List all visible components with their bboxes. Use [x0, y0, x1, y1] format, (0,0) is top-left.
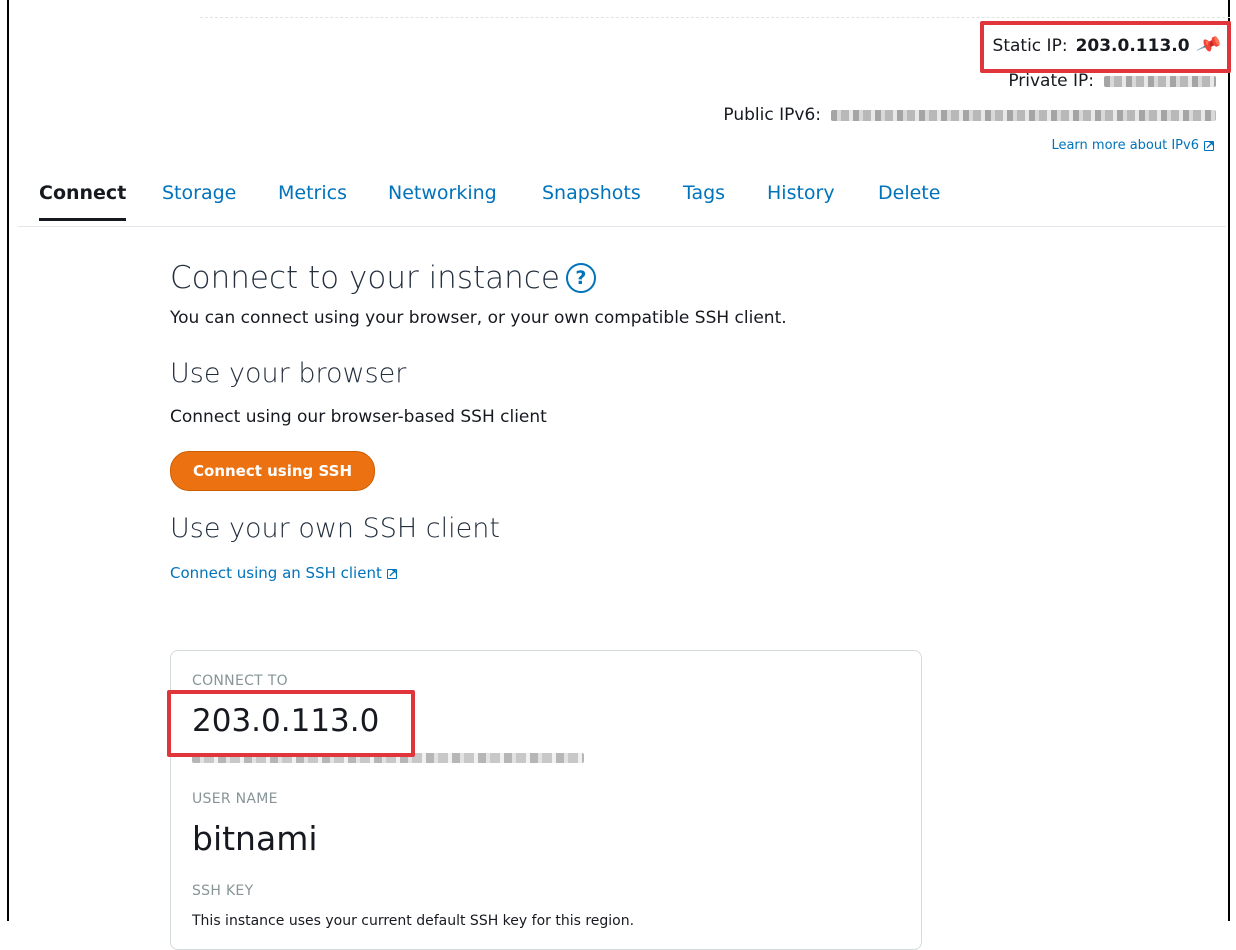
connect-to-label: CONNECT TO: [192, 673, 288, 689]
instance-tabs: Connect Storage Metrics Networking Snaps…: [18, 182, 1226, 227]
pin-icon[interactable]: 📌: [1195, 32, 1223, 59]
connect-intro: You can connect using your browser, or y…: [170, 308, 787, 328]
connect-ssh-client-text: Connect using an SSH client: [170, 564, 382, 582]
public-ipv6-row: Public IPv6:: [723, 105, 1216, 125]
connect-using-ssh-button[interactable]: Connect using SSH: [170, 451, 376, 491]
private-ip-row: Private IP:: [1008, 71, 1216, 91]
browser-heading: Use your browser: [170, 358, 407, 389]
ssh-key-label: SSH KEY: [192, 883, 254, 899]
static-ip-label: Static IP:: [992, 35, 1068, 56]
window-border-left: [7, 0, 9, 921]
connect-ssh-client-link[interactable]: Connect using an SSH client ↗: [170, 564, 397, 582]
tab-connect[interactable]: Connect: [39, 182, 127, 221]
public-ipv6-redacted: [831, 109, 1216, 121]
learn-more-ipv6-text: Learn more about IPv6: [1051, 138, 1199, 153]
tab-delete[interactable]: Delete: [878, 182, 940, 204]
static-ip-row: Static IP: 203.0.113.0 📌: [992, 32, 1223, 59]
connect-to-hostname-redacted: [192, 753, 584, 763]
browser-subtext: Connect using our browser-based SSH clie…: [170, 407, 547, 427]
public-ipv6-label: Public IPv6:: [723, 105, 821, 125]
user-name-label: USER NAME: [192, 791, 278, 807]
learn-more-ipv6-link[interactable]: Learn more about IPv6 ↗: [1051, 138, 1214, 153]
tab-networking[interactable]: Networking: [388, 182, 497, 204]
ssh-key-description: This instance uses your current default …: [192, 913, 635, 929]
static-ip-value: 203.0.113.0: [1075, 35, 1190, 56]
external-link-icon: ↗: [1204, 138, 1215, 152]
tab-storage[interactable]: Storage: [162, 182, 236, 204]
connect-section: Connect to your instance ? You can conne…: [170, 260, 930, 582]
page-title: Connect to your instance ?: [170, 260, 930, 296]
ssh-client-heading: Use your own SSH client: [170, 513, 500, 544]
header-divider: [200, 17, 1230, 18]
connection-details-card: CONNECT TO 203.0.113.0 USER NAME bitnami…: [170, 650, 922, 950]
tab-history[interactable]: History: [767, 182, 835, 204]
connect-to-value: 203.0.113.0: [192, 703, 380, 739]
tab-metrics[interactable]: Metrics: [278, 182, 347, 204]
private-ip-redacted: [1104, 75, 1216, 87]
private-ip-label: Private IP:: [1008, 71, 1094, 91]
tab-snapshots[interactable]: Snapshots: [542, 182, 641, 204]
external-link-icon: ↗: [386, 566, 398, 580]
user-name-value: bitnami: [192, 819, 318, 858]
help-icon[interactable]: ?: [565, 263, 596, 293]
tab-tags[interactable]: Tags: [683, 182, 725, 204]
window-border-right: [1228, 0, 1230, 921]
page-title-text: Connect to your instance: [170, 260, 560, 296]
